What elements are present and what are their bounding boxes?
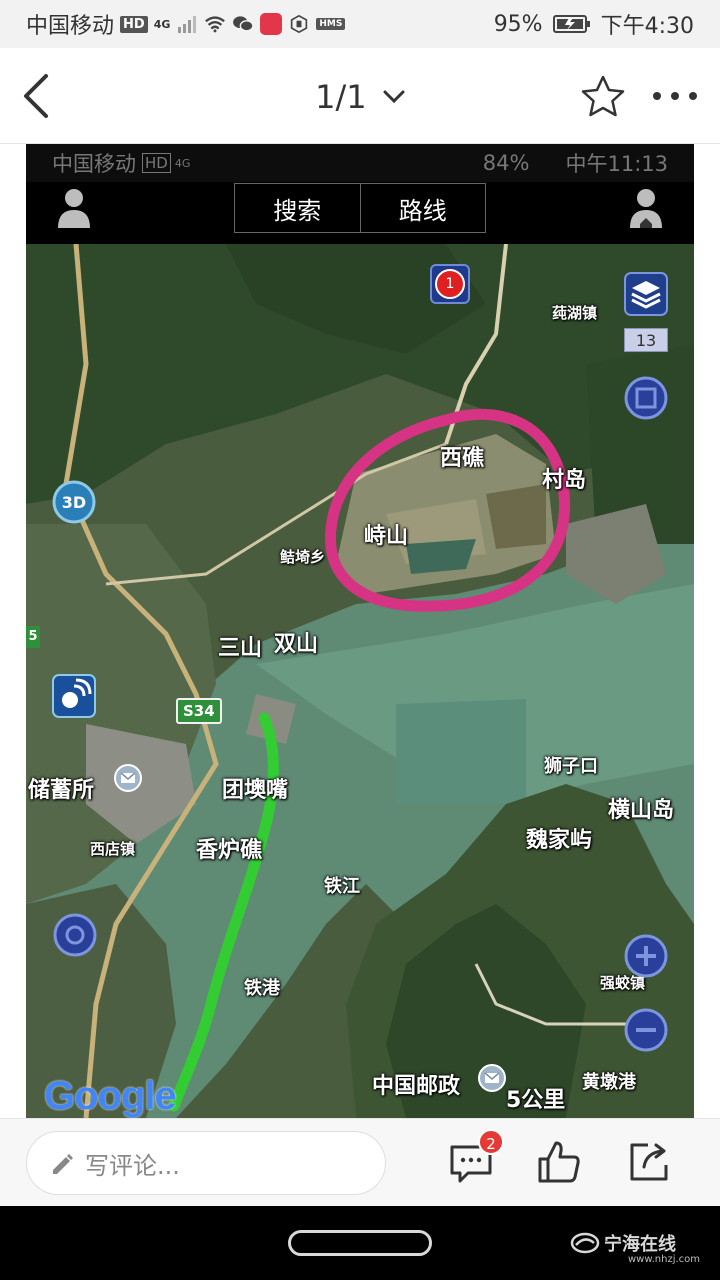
shopping-app-icon — [260, 13, 283, 35]
watermark-logo-icon — [570, 1232, 600, 1254]
more-horizontal-icon[interactable] — [650, 86, 700, 106]
fullscreen-icon[interactable] — [624, 376, 668, 420]
google-logo: Google — [44, 1074, 177, 1118]
3d-mode-icon[interactable]: 3D — [52, 480, 96, 524]
hd-badge: HD — [120, 15, 148, 33]
comment-input[interactable]: 写评论... — [26, 1131, 386, 1195]
watermark-url: www.nhzj.com — [628, 1254, 701, 1265]
watermark: 宁海在线 www.nhzj.com — [570, 1230, 700, 1265]
map-label: 三山 — [218, 636, 263, 661]
location-icon[interactable] — [52, 674, 96, 718]
inner-carrier: 中国移动 — [52, 152, 136, 176]
notification-button[interactable]: 1 — [430, 264, 470, 304]
map-label: 鲒埼乡 — [280, 548, 326, 566]
screen: 中国移动 HD 4G HMS 95% 下午4:30 1/1 中国移动 HD 4G… — [0, 0, 720, 1280]
home-gesture-bar[interactable] — [288, 1230, 432, 1256]
map-label: 铁江 — [324, 876, 360, 897]
map-label: 峙山 — [364, 524, 409, 549]
mail-pin-icon — [478, 1064, 506, 1092]
map-toolbar: 搜索 路线 — [26, 182, 694, 244]
status-bar: 中国移动 HD 4G HMS 95% 下午4:30 — [0, 0, 720, 48]
tab-search: 搜索 — [273, 196, 322, 225]
page-indicator: 1/1 — [315, 78, 367, 116]
wechat-icon — [233, 16, 254, 32]
zoom-out-icon[interactable] — [624, 1008, 668, 1052]
signal-icon — [178, 16, 197, 33]
map-screenshot-image[interactable]: 中国移动 HD 4G 84% 中午11:13 搜索 路线 西礁 峙山 村岛 莼湖… — [26, 144, 694, 1118]
user-icon — [58, 189, 90, 228]
map-label: 狮子口 — [544, 756, 598, 777]
watermark-name: 宁海在线 — [604, 1234, 676, 1255]
map-label: 香炉礁 — [196, 838, 263, 863]
map-label: 黄墩港 — [582, 1072, 636, 1093]
map-label: 莼湖镇 — [552, 304, 598, 322]
highway-shield-badge: S34 — [176, 698, 222, 724]
user-home-icon — [630, 189, 662, 228]
star-icon[interactable] — [580, 74, 626, 118]
nav-bar: 1/1 — [0, 48, 720, 144]
comment-placeholder: 写评论... — [85, 1151, 180, 1180]
layers-icon[interactable] — [624, 272, 668, 316]
notification-count: 1 — [435, 269, 465, 299]
system-nav-bar: 宁海在线 www.nhzj.com — [0, 1206, 720, 1280]
network-type: 4G — [153, 17, 171, 31]
map-label: 储蓄所 — [28, 778, 95, 803]
thumbs-up-icon[interactable] — [536, 1139, 582, 1185]
map-label: 铁港 — [244, 978, 280, 999]
map-label: 横山岛 — [608, 798, 675, 823]
inner-battery: 84% — [482, 151, 530, 175]
satellite-map: 西礁 峙山 村岛 莼湖镇 鲒埼乡 三山 双山 储蓄所 团墺嘴 香炉礁 西店镇 铁… — [26, 244, 694, 1118]
map-label: 魏家屿 — [526, 828, 593, 853]
wifi-icon — [205, 16, 226, 33]
map-label: 双山 — [274, 632, 319, 657]
inner-network: 4G — [174, 156, 191, 170]
pencil-icon — [53, 1154, 73, 1174]
tab-route: 路线 — [359, 184, 486, 232]
inner-time: 中午11:13 — [565, 152, 668, 176]
road-shield-badge: 5 — [26, 626, 40, 648]
carrier-label: 中国移动 — [26, 14, 115, 39]
inner-hd-badge: HD — [142, 153, 171, 173]
google-logo-text: Google — [44, 1074, 177, 1118]
compass-icon[interactable] — [52, 912, 98, 958]
inner-status-bar: 中国移动 HD 4G 84% 中午11:13 — [26, 144, 694, 182]
map-label: 中国邮政 — [372, 1074, 461, 1099]
clock: 下午4:30 — [600, 14, 694, 39]
chevron-down-icon — [383, 90, 405, 104]
map-label: 团墺嘴 — [222, 778, 289, 803]
map-mode-tabs: 搜索 路线 — [234, 183, 486, 233]
map-label: 村岛 — [542, 468, 587, 493]
3d-mode-label: 3D — [62, 493, 86, 512]
share-icon[interactable] — [626, 1139, 672, 1185]
battery-percent: 95% — [493, 11, 543, 37]
zoom-level-badge: 13 — [624, 328, 668, 352]
map-terrain — [26, 244, 694, 1118]
comment-count-badge: 2 — [478, 1129, 504, 1155]
map-label: 西店镇 — [90, 840, 136, 858]
hand-icon — [291, 15, 308, 33]
mail-pin-icon — [114, 764, 142, 792]
map-label: 西礁 — [440, 446, 485, 471]
zoom-in-icon[interactable] — [624, 934, 668, 978]
map-scale-label: 5公里 — [506, 1088, 566, 1113]
battery-icon — [552, 15, 590, 33]
comment-bar: 写评论... 2 — [0, 1118, 720, 1206]
hms-badge: HMS — [316, 18, 346, 30]
